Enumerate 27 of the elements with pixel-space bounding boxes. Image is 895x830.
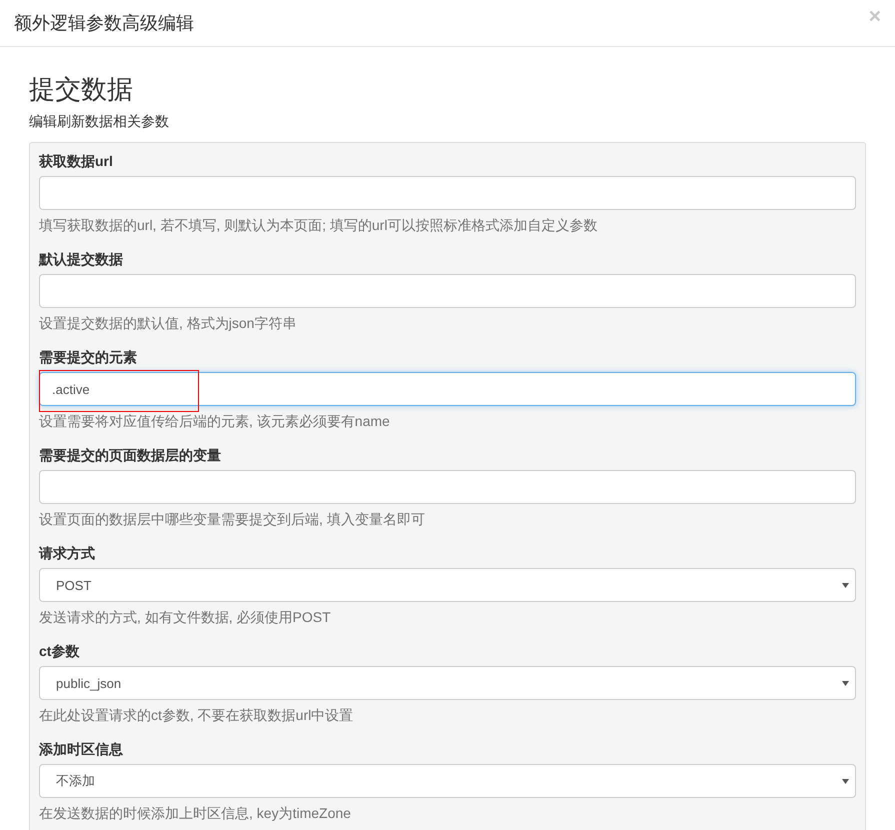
select-dropdown[interactable]: POST [39, 568, 856, 602]
field-label: 需要提交的元素 [39, 348, 138, 367]
input-field[interactable] [39, 176, 856, 210]
caret-icon [842, 680, 849, 686]
input-field[interactable]: .active [39, 372, 856, 406]
help-text: 设置提交数据的默认值, 格式为json字符串 [39, 314, 298, 333]
caret-icon [842, 582, 849, 588]
field-label: 添加时区信息 [39, 740, 124, 759]
help-text: 设置需要将对应值传给后端的元素, 该元素必须要有name [39, 412, 391, 431]
caret-icon [842, 778, 849, 784]
field-label: 默认提交数据 [39, 250, 124, 269]
section-subtitle: 编辑刷新数据相关参数 [29, 113, 170, 131]
help-text: 设置页面的数据层中哪些变量需要提交到后端, 填入变量名即可 [39, 510, 426, 529]
select-dropdown[interactable]: public_json [39, 666, 856, 700]
field-label: 请求方式 [39, 544, 96, 563]
field-label: 获取数据url [39, 152, 114, 171]
help-text: 发送请求的方式, 如有文件数据, 必须使用POST [39, 608, 332, 627]
field-label: ct参数 [39, 642, 80, 661]
select-dropdown[interactable]: 不添加 [39, 764, 856, 798]
help-text: 在此处设置请求的ct参数, 不要在获取数据url中设置 [39, 706, 354, 725]
input-field[interactable] [39, 274, 856, 308]
help-text: 在发送数据的时候添加上时区信息, key为timeZone [39, 804, 352, 823]
dialog-title: 额外逻辑参数高级编辑 [14, 12, 194, 35]
section-heading: 提交数据 [29, 73, 134, 105]
help-text: 填写获取数据的url, 若不填写, 则默认为本页面; 填写的url可以按照标准格式添加自定义参数 [39, 216, 598, 235]
field-label: 需要提交的页面数据层的变量 [39, 446, 222, 465]
input-field[interactable] [39, 470, 856, 504]
